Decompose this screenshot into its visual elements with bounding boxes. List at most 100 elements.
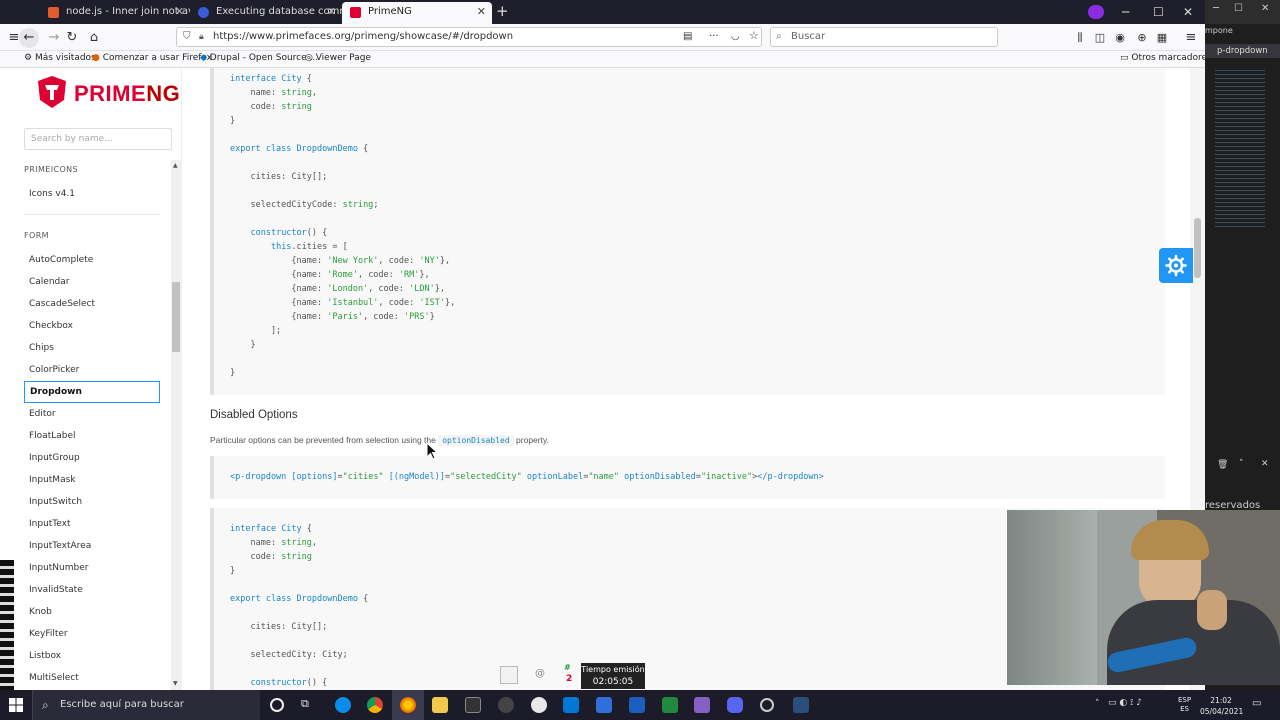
desc-text: Particular options can be prevented from…	[210, 435, 436, 445]
library-icon[interactable]: ⫼	[1070, 28, 1090, 48]
sidebar-item-inputnumber[interactable]: InputNumber	[24, 557, 160, 579]
code-minimap	[1215, 70, 1265, 230]
bookmark-viewer[interactable]: ◎ Viewer Page	[305, 53, 371, 63]
firefox-icon[interactable]	[400, 697, 416, 713]
discord-icon[interactable]	[727, 697, 743, 713]
bookmark-label: Comenzar a usar Firefox	[102, 53, 212, 63]
chrome-icon[interactable]	[367, 697, 383, 713]
tab-primeng[interactable]: PrimeNG ✕	[342, 2, 492, 24]
sidebar-icon[interactable]: ◫	[1090, 28, 1110, 48]
edge-icon[interactable]	[335, 697, 351, 713]
account-icon[interactable]: ◉	[1110, 28, 1130, 48]
bookmark-most-visited[interactable]: ⚙ Más visitados	[24, 53, 96, 63]
search-input[interactable]: ⌕ Buscar	[770, 27, 998, 47]
tab-nodejs[interactable]: node.js - Inner join not availab ✕	[40, 2, 190, 24]
close-icon[interactable]: ✕	[1261, 459, 1269, 469]
tab-database[interactable]: Executing database command ✕	[190, 2, 342, 24]
app-icon[interactable]	[760, 698, 774, 712]
url-bar[interactable]: ⛉ 🔒︎ https://www.primefaces.org/primeng/…	[176, 27, 762, 47]
sidebar-item-inputtext[interactable]: InputText	[24, 513, 160, 535]
scrollbar-thumb[interactable]	[1194, 218, 1201, 278]
sidebar-item-chips[interactable]: Chips	[24, 337, 160, 359]
sidebar-item-inputswitch[interactable]: InputSwitch	[24, 491, 160, 513]
notifications-icon[interactable]: ▭	[1252, 698, 1261, 709]
language-indicator[interactable]: ESP ES	[1178, 696, 1191, 714]
bookmark-label: Drupal - Open Source ...	[209, 53, 319, 63]
clock[interactable]: 21:02 05/04/2021	[1200, 695, 1243, 717]
sidebar: PRIMENG Search by name... PRIMEICONS Ico…	[0, 68, 182, 690]
extension-icon[interactable]: ⊕	[1132, 28, 1152, 48]
sidebar-item-floatlabel[interactable]: FloatLabel	[24, 425, 160, 447]
chevron-up-icon[interactable]: ˄	[1095, 699, 1100, 709]
config-button[interactable]	[1159, 248, 1193, 283]
more-icon[interactable]: ···	[709, 28, 719, 46]
sidebar-item-editor[interactable]: Editor	[24, 403, 160, 425]
inline-code: optionDisabled	[438, 435, 514, 446]
sidebar-item-checkbox[interactable]: Checkbox	[24, 315, 160, 337]
bookmark-firefox[interactable]: ● Comenzar a usar Firefox	[92, 53, 212, 63]
maximize-button[interactable]: ☐	[1153, 0, 1164, 24]
sidebar-item-inputgroup[interactable]: InputGroup	[24, 447, 160, 469]
chevron-up-icon[interactable]: ˄	[1239, 459, 1244, 469]
overlay-icon: #	[564, 663, 571, 672]
sidebar-item-autocomplete[interactable]: AutoComplete	[24, 249, 160, 271]
task-view-icon[interactable]: ⧉	[301, 697, 317, 713]
menu-icon[interactable]: ≡	[1181, 28, 1201, 48]
clock-time: 21:02	[1210, 696, 1232, 705]
sidebar-item-colorpicker[interactable]: ColorPicker	[24, 359, 160, 381]
cortana-icon[interactable]	[270, 698, 284, 712]
app-icon[interactable]	[498, 697, 514, 713]
scrollbar-thumb[interactable]	[172, 282, 180, 352]
extension-icon-2[interactable]: ▦	[1152, 28, 1172, 48]
bookmark-drupal[interactable]: ◆ Drupal - Open Source ...	[200, 53, 318, 63]
new-tab-button[interactable]: +	[496, 2, 509, 20]
sidebar-item-multiselect[interactable]: MultiSelect	[24, 667, 160, 689]
close-icon[interactable]: ✕	[327, 2, 336, 22]
app-icon[interactable]	[596, 697, 612, 713]
sidebar-item-inputmask[interactable]: InputMask	[24, 469, 160, 491]
maximize-icon[interactable]: ☐	[1234, 3, 1243, 14]
sidebar-item-dropdown[interactable]: Dropdown	[24, 381, 160, 403]
sidebar-item-cascadeselect[interactable]: CascadeSelect	[24, 293, 160, 315]
sidebar-item-keyfilter[interactable]: KeyFilter	[24, 623, 160, 645]
spreadsheet-icon[interactable]	[662, 697, 678, 713]
site-icon	[198, 7, 209, 18]
minimize-button[interactable]: ─	[1122, 0, 1129, 24]
sidebar-item-listbox[interactable]: Listbox	[24, 645, 160, 667]
taskbar-search-input[interactable]: ⌕ Escribe aquí para buscar	[32, 690, 260, 720]
bookmark-star-icon[interactable]: ☆	[749, 27, 759, 45]
bookmark-others[interactable]: ▭ Otros marcadores	[1120, 53, 1212, 63]
trash-icon[interactable]: 🗑︎	[1217, 460, 1228, 470]
minimize-icon[interactable]: ─	[1213, 3, 1219, 14]
scroll-down-icon[interactable]: ▼	[173, 680, 178, 687]
sidebar-item-knob[interactable]: Knob	[24, 601, 160, 623]
forward-button[interactable]: →	[44, 28, 64, 48]
windows-start-icon[interactable]	[9, 698, 23, 712]
obs-icon[interactable]	[531, 697, 547, 713]
scroll-up-icon[interactable]: ▲	[173, 162, 178, 169]
sidebar-item-icons[interactable]: Icons v4.1	[24, 183, 160, 205]
sidebar-scrollbar[interactable]: ▲ ▼	[171, 160, 181, 690]
bookmark-label: Viewer Page	[315, 53, 371, 63]
tray-icons[interactable]: ▭ ◐ ⟟ ♪	[1108, 698, 1142, 708]
visual-studio-icon[interactable]	[694, 697, 710, 713]
sidebar-item-calendar[interactable]: Calendar	[24, 271, 160, 293]
pocket-icon[interactable]: ◡	[731, 28, 740, 46]
reader-view-icon[interactable]: ▤	[683, 28, 692, 46]
url-text: https://www.primefaces.org/primeng/showc…	[213, 31, 514, 42]
sidebar-search-input[interactable]: Search by name...	[24, 128, 172, 150]
sidebar-item-invalidstate[interactable]: InvalidState	[24, 579, 160, 601]
app-icon[interactable]	[793, 697, 809, 713]
home-button[interactable]: ⌂	[84, 28, 104, 48]
sidebar-item-inputtextarea[interactable]: InputTextArea	[24, 535, 160, 557]
close-icon[interactable]: ✕	[477, 2, 486, 22]
close-icon[interactable]: ✕	[1261, 3, 1269, 14]
file-explorer-icon[interactable]	[432, 697, 448, 713]
back-button[interactable]: ←	[19, 28, 39, 48]
app-icon[interactable]	[629, 697, 645, 713]
close-icon[interactable]: ✕	[175, 2, 184, 22]
terminal-icon[interactable]	[465, 697, 481, 713]
vscode-icon[interactable]	[563, 697, 579, 713]
reload-button[interactable]: ↻	[62, 28, 82, 48]
close-window-button[interactable]: ✕	[1183, 0, 1193, 24]
